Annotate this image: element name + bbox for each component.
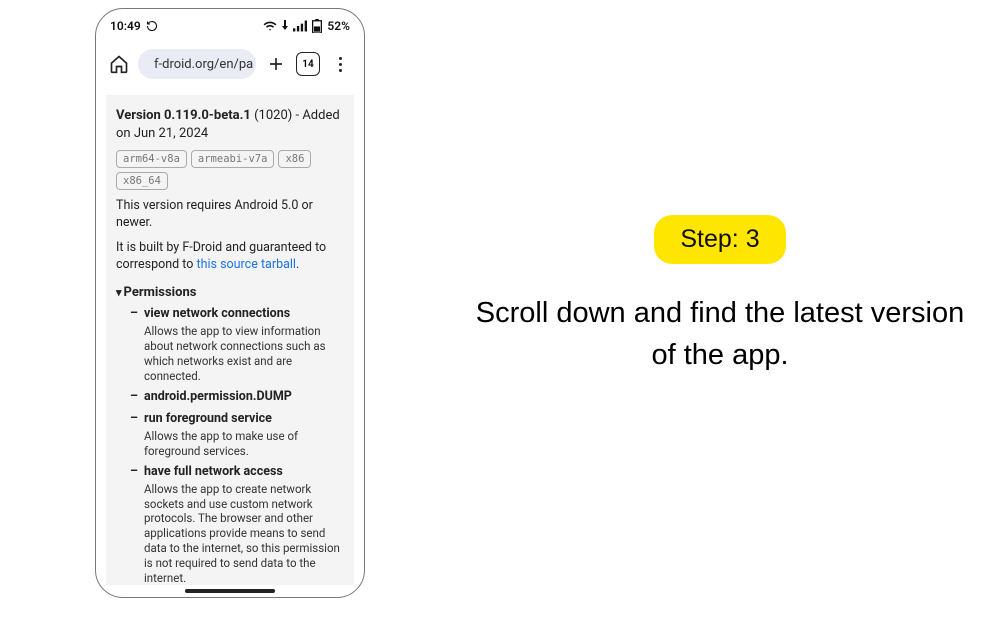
chip: x86_64 xyxy=(116,172,168,190)
new-tab-button[interactable] xyxy=(264,52,288,76)
abi-chips: arm64-v8a armeabi-v7a x86 x86_64 xyxy=(116,150,344,190)
version-line: Version 0.119.0-beta.1 (1020) - Added on… xyxy=(116,107,344,142)
plus-icon xyxy=(267,55,285,73)
menu-dot-icon xyxy=(339,69,342,72)
instruction-panel: Step: 3 Scroll down and find the latest … xyxy=(460,215,980,376)
menu-dot-icon xyxy=(339,57,342,60)
status-time: 10:49 xyxy=(110,19,141,33)
tabs-button[interactable]: 14 xyxy=(296,52,320,76)
gesture-bar xyxy=(185,589,275,593)
wifi-icon xyxy=(263,20,277,32)
chip: x86 xyxy=(278,150,311,168)
built-post: . xyxy=(296,257,299,272)
status-bar: 10:49 52% xyxy=(96,9,364,39)
permissions-header[interactable]: Permissions xyxy=(116,284,344,302)
address-bar[interactable]: f-droid.org/en/pa xyxy=(138,49,256,79)
chip: arm64-v8a xyxy=(116,150,187,168)
requires-text: This version requires Android 5.0 or new… xyxy=(116,198,344,232)
battery-icon xyxy=(312,19,322,33)
restore-icon xyxy=(146,20,158,32)
permission-item: have full network access Allows the app … xyxy=(134,464,344,585)
phone-frame: 10:49 52% f-droid.org/en/pa 14 xyxy=(95,8,365,598)
browser-toolbar: f-droid.org/en/pa 14 xyxy=(96,39,364,87)
permission-desc: Allows the app to view information about… xyxy=(144,324,344,384)
network-icon xyxy=(282,20,288,32)
permission-desc: Allows the app to create network sockets… xyxy=(144,482,344,585)
signal-icon xyxy=(293,20,307,32)
tabs-count: 14 xyxy=(302,59,313,70)
status-battery: 52% xyxy=(327,19,350,33)
permission-title: android.permission.DUMP xyxy=(144,389,344,406)
chip: armeabi-v7a xyxy=(191,150,275,168)
permission-item: view network connections Allows the app … xyxy=(134,306,344,384)
step-badge: Step: 3 xyxy=(654,215,785,264)
permission-title: view network connections xyxy=(144,306,344,323)
url-text: f-droid.org/en/pa xyxy=(154,57,253,72)
home-icon xyxy=(109,54,129,74)
browser-menu-button[interactable] xyxy=(328,52,352,76)
menu-dot-icon xyxy=(339,63,342,66)
version-code: (1020) xyxy=(254,108,292,123)
home-button[interactable] xyxy=(108,53,130,75)
instruction-text: Scroll down and find the latest version … xyxy=(460,292,980,376)
permissions-list: view network connections Allows the app … xyxy=(116,306,344,585)
source-tarball-link[interactable]: this source tarball xyxy=(197,257,296,272)
page-content[interactable]: Version 0.119.0-beta.1 (1020) - Added on… xyxy=(106,95,354,585)
permission-title: have full network access xyxy=(144,464,344,481)
built-text: It is built by F-Droid and guaranteed to… xyxy=(116,240,344,274)
version-label: Version 0.119.0-beta.1 xyxy=(116,108,251,123)
permission-item: run foreground service Allows the app to… xyxy=(134,411,344,459)
permission-title: run foreground service xyxy=(144,411,344,428)
permission-item: android.permission.DUMP xyxy=(134,389,344,406)
permission-desc: Allows the app to make use of foreground… xyxy=(144,429,344,459)
